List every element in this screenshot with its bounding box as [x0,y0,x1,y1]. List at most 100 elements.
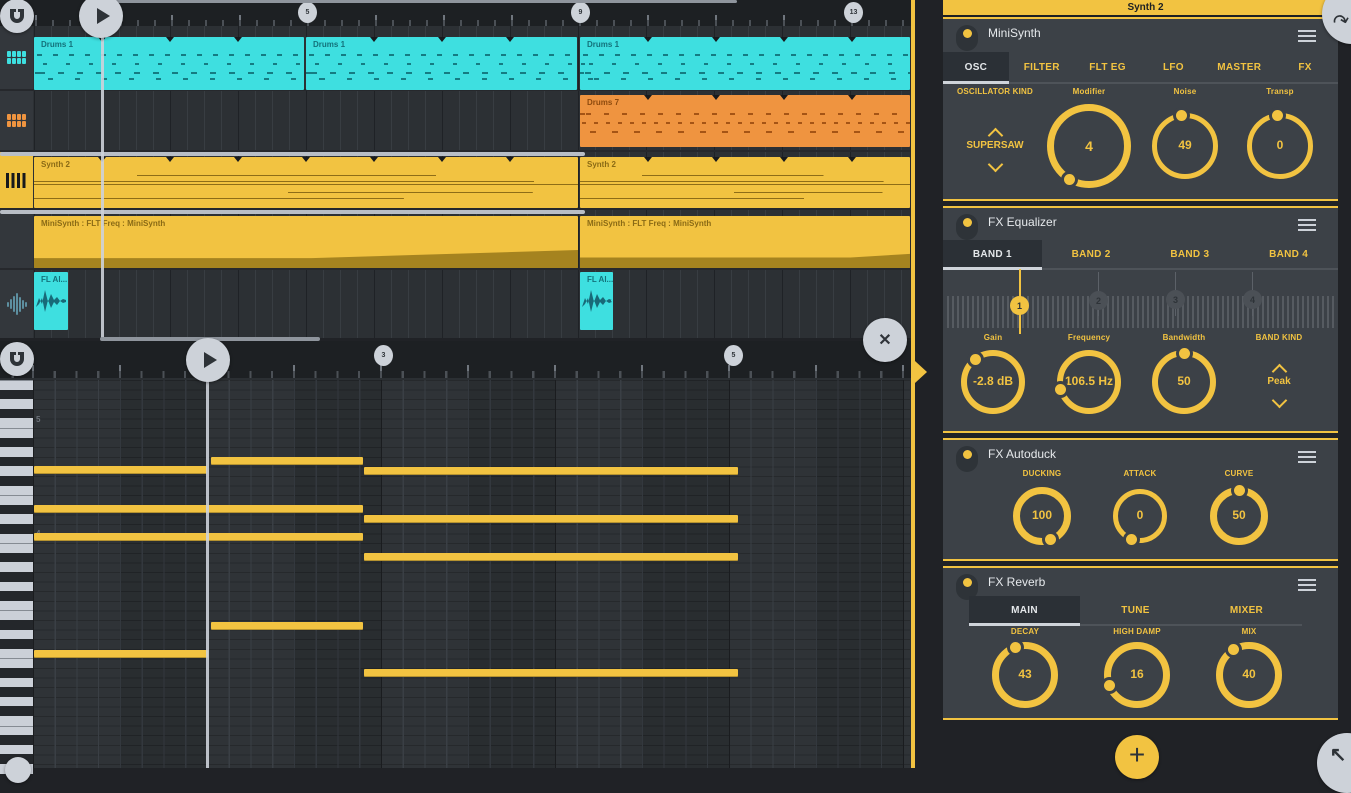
playlist-play-cursor[interactable] [101,0,104,338]
white-key[interactable] [0,630,33,640]
track-icon-cell[interactable] [0,210,33,268]
tab-filter[interactable]: FILTER [1009,52,1075,82]
module-menu-button[interactable] [1298,451,1316,466]
eq-band-handle[interactable]: 3 [1166,290,1185,309]
tab-master[interactable]: MASTER [1206,52,1272,82]
black-key[interactable] [0,553,33,563]
white-key[interactable] [0,514,33,524]
module-menu-button[interactable] [1298,30,1316,45]
black-key[interactable] [0,591,33,601]
pattern-clip[interactable]: Drums 1 [34,37,304,90]
pattern-clip[interactable]: Drums 1 [580,37,910,90]
white-key[interactable] [0,466,33,476]
white-key[interactable] [0,582,33,592]
bar-marker[interactable]: 5 [298,2,317,23]
add-module-button[interactable]: + [1115,735,1159,779]
track-icon-cell[interactable] [0,26,33,89]
track-lane[interactable] [33,270,910,338]
bar-marker[interactable]: 3 [374,345,393,366]
keyboard-toggle-button[interactable] [5,757,31,783]
module-enable-toggle[interactable] [956,25,978,51]
pattern-clip[interactable]: Drums 1 [306,37,577,90]
midi-note[interactable] [34,533,363,541]
black-key[interactable] [0,639,33,649]
horizontal-scrollbar[interactable] [103,0,737,3]
tab-tune[interactable]: TUNE [1080,596,1191,624]
white-key[interactable] [0,534,33,544]
bar-marker[interactable]: 13 [844,2,863,23]
piano-roll-timeline[interactable]: 35 [0,341,912,378]
eq-band-strip[interactable] [943,272,1338,332]
module-enable-toggle[interactable] [956,446,978,472]
tab-band-4[interactable]: BAND 4 [1239,240,1338,268]
white-key[interactable] [0,418,33,428]
midi-note[interactable] [211,622,363,630]
module-enable-toggle[interactable] [956,214,978,240]
panel-divider[interactable] [911,0,915,768]
tab-osc[interactable]: OSC [943,52,1009,82]
chevron-down-icon[interactable] [988,157,1004,173]
track-selection-bar[interactable] [0,152,585,156]
white-key[interactable] [0,562,33,572]
piano-roll-grid[interactable] [33,380,910,768]
tab-band-1[interactable]: BAND 1 [943,240,1042,268]
piano-roll-play-cursor[interactable] [206,361,209,768]
midi-note[interactable] [34,505,363,513]
track-icon-cell[interactable] [0,270,33,338]
eq-band-handle[interactable]: 4 [1243,290,1262,309]
tab-lfo[interactable]: LFO [1140,52,1206,82]
black-key[interactable] [0,505,33,515]
black-key[interactable] [0,620,33,630]
snap-button[interactable] [0,0,34,33]
black-key[interactable] [0,524,33,534]
eq-band-handle[interactable]: 1 [1010,296,1029,315]
drawer-handle-icon[interactable] [915,361,927,383]
white-key[interactable] [0,678,33,688]
module-menu-button[interactable] [1298,219,1316,234]
midi-note[interactable] [364,467,738,475]
black-key[interactable] [0,409,33,419]
pattern-clip[interactable]: Synth 2 [580,157,910,208]
module-menu-button[interactable] [1298,579,1316,594]
black-key[interactable] [0,390,33,400]
midi-note[interactable] [364,553,738,561]
tab-fx[interactable]: FX [1272,52,1338,82]
tab-band-3[interactable]: BAND 3 [1141,240,1240,268]
tab-band-2[interactable]: BAND 2 [1042,240,1141,268]
bar-marker[interactable]: 9 [571,2,590,23]
playlist-timeline[interactable]: 5 9 13 [0,0,912,26]
track-icon-cell[interactable] [0,91,33,150]
pattern-clip[interactable]: MiniSynth : FLT Freq : MiniSynth [34,216,578,268]
bar-marker[interactable]: 5 [724,345,743,366]
tab-flt-eg[interactable]: FLT EG [1075,52,1141,82]
pattern-clip[interactable]: MiniSynth : FLT Freq : MiniSynth [580,216,910,268]
close-button[interactable]: ✕ [863,318,907,362]
white-key[interactable] [0,399,33,409]
selector-value[interactable]: Peak [1219,376,1338,387]
white-key[interactable] [0,447,33,457]
pattern-clip[interactable]: FL Al... [580,272,613,330]
black-key[interactable] [0,735,33,745]
eq-band-handle[interactable]: 2 [1089,291,1108,310]
snap-button[interactable] [0,342,34,376]
midi-note[interactable] [364,669,738,677]
black-key[interactable] [0,572,33,582]
black-key[interactable] [0,438,33,448]
midi-note[interactable] [34,650,208,658]
pattern-clip[interactable]: FL Al... [34,272,68,330]
tab-main[interactable]: MAIN [969,596,1080,624]
chevron-down-icon[interactable] [1272,393,1288,409]
midi-note[interactable] [364,515,738,523]
black-key[interactable] [0,457,33,467]
black-key[interactable] [0,476,33,486]
midi-note[interactable] [34,466,207,474]
pattern-clip[interactable]: Drums 7 [580,95,910,147]
white-key[interactable] [0,745,33,755]
track-icon-cell[interactable] [0,152,33,208]
white-key[interactable] [0,649,33,659]
white-key[interactable] [0,697,33,707]
black-key[interactable] [0,668,33,678]
play-button[interactable] [186,338,230,382]
black-key[interactable] [0,687,33,697]
track-selection-bar[interactable] [0,210,585,214]
